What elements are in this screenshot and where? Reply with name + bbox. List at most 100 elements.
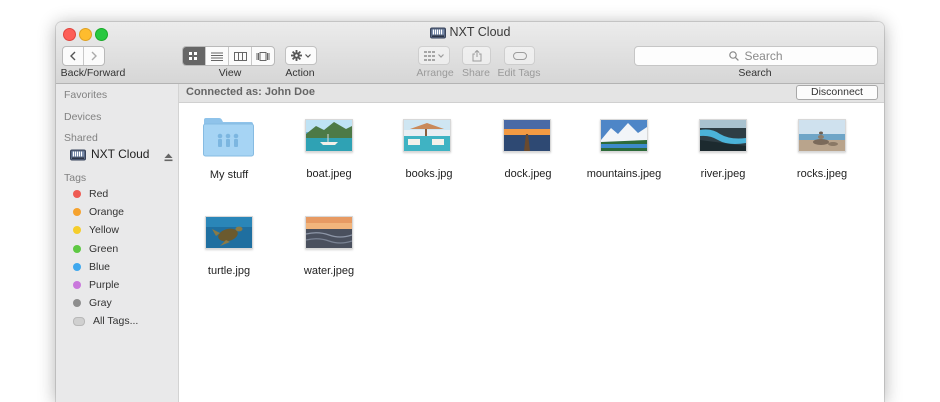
list-view-button[interactable] [206, 47, 229, 65]
tag-label: Green [89, 243, 119, 255]
gallery-icon [256, 51, 270, 61]
tag-label: All Tags... [93, 315, 139, 327]
tag-label: Purple [89, 279, 120, 291]
gray-tag-dot-icon [73, 299, 81, 307]
back-button[interactable] [63, 47, 84, 65]
all-tags-icon [73, 316, 85, 326]
image-thumbnail [798, 119, 846, 152]
network-drive-icon [70, 148, 86, 161]
tag-label: Red [89, 188, 109, 200]
sidebar-item-nxt-cloud[interactable]: NXT Cloud [70, 146, 174, 162]
chevron-down-icon [438, 53, 444, 58]
sidebar-tag-yellow[interactable]: Yellow [73, 224, 119, 236]
file-name: books.jpg [405, 168, 453, 180]
share-label: Share [461, 67, 491, 79]
sidebar-section-devices[interactable]: Devices [64, 111, 101, 123]
image-thumbnail [305, 216, 353, 249]
list-icon [211, 52, 223, 61]
columns-icon [233, 51, 247, 61]
edit-tags-label: Edit Tags [497, 67, 541, 79]
sidebar-section-favorites[interactable]: Favorites [64, 89, 107, 101]
tag-label: Blue [89, 261, 111, 273]
search-placeholder: Search [744, 49, 783, 63]
purple-tag-dot-icon [73, 281, 81, 289]
file-item[interactable]: dock.jpeg [478, 103, 578, 193]
sidebar-tag-blue[interactable]: Blue [73, 261, 110, 273]
arrange-menu-button[interactable] [418, 46, 450, 65]
sidebar-tag-purple[interactable]: Purple [73, 279, 119, 291]
sidebar: Favorites Devices Shared NXT Cloud Tags … [56, 84, 179, 402]
action-menu-button[interactable] [285, 46, 317, 65]
chevron-down-icon [305, 53, 311, 58]
search-field[interactable]: Search [634, 46, 878, 66]
view-mode-control [182, 46, 275, 66]
file-item[interactable]: My stuff [179, 103, 279, 193]
file-item[interactable]: rocks.jpeg [772, 103, 872, 193]
search-icon [729, 51, 740, 61]
green-tag-dot-icon [73, 245, 81, 253]
orange-tag-dot-icon [73, 208, 81, 216]
share-icon [472, 49, 481, 61]
back-forward-control [62, 46, 105, 66]
chevron-right-icon [91, 51, 97, 61]
image-thumbnail [205, 216, 253, 249]
file-item[interactable]: boat.jpeg [279, 103, 379, 193]
sidebar-tag-gray[interactable]: Gray [73, 297, 112, 309]
file-name: turtle.jpg [207, 265, 251, 277]
file-name: rocks.jpeg [796, 168, 848, 180]
image-thumbnail [699, 119, 747, 152]
tag-label: Yellow [89, 224, 119, 236]
file-name: boat.jpeg [306, 168, 352, 180]
column-view-button[interactable] [229, 47, 252, 65]
file-grid: My stuff boat.jpeg books.jpg dock.jpeg m… [179, 103, 884, 402]
chevron-left-icon [70, 51, 76, 61]
finder-window: NXT Cloud Back/Forward View Action Arran… [56, 22, 884, 402]
icon-grid-icon [189, 52, 197, 60]
network-drive-icon [429, 26, 446, 39]
tag-label: Orange [89, 206, 125, 218]
file-name: water.jpeg [303, 265, 355, 277]
file-name: mountains.jpeg [586, 168, 662, 180]
sidebar-section-tags: Tags [64, 172, 87, 184]
arrange-grid-icon [424, 50, 435, 61]
file-item[interactable]: mountains.jpeg [574, 103, 674, 193]
sidebar-section-shared: Shared [64, 132, 98, 144]
file-item[interactable]: water.jpeg [279, 200, 379, 290]
window-title-text: NXT Cloud [449, 25, 511, 39]
search-label: Search [738, 67, 772, 79]
sidebar-tag-red[interactable]: Red [73, 188, 108, 200]
yellow-tag-dot-icon [73, 226, 81, 234]
sidebar-item-label: NXT Cloud [91, 147, 150, 161]
sidebar-tag-orange[interactable]: Orange [73, 206, 124, 218]
toolbar: NXT Cloud Back/Forward View Action Arran… [56, 22, 884, 84]
gallery-view-button[interactable] [252, 47, 274, 65]
sidebar-all-tags[interactable]: All Tags... [73, 315, 138, 327]
view-label: View [218, 67, 242, 79]
file-item[interactable]: books.jpg [379, 103, 479, 193]
file-item[interactable]: turtle.jpg [179, 200, 279, 290]
blue-tag-dot-icon [73, 263, 81, 271]
arrange-label: Arrange [416, 67, 454, 79]
red-tag-dot-icon [73, 190, 81, 198]
file-item[interactable]: river.jpeg [673, 103, 773, 193]
eject-icon[interactable] [164, 149, 173, 167]
tag-label: Gray [89, 297, 112, 309]
disconnect-button[interactable]: Disconnect [796, 85, 878, 100]
file-name: My stuff [209, 169, 249, 181]
folder-icon [203, 116, 254, 162]
file-name: river.jpeg [700, 168, 746, 180]
action-label: Action [285, 67, 315, 79]
forward-button[interactable] [84, 47, 104, 65]
share-button[interactable] [462, 46, 491, 65]
edit-tags-button[interactable] [504, 46, 535, 65]
icon-view-button[interactable] [183, 47, 206, 65]
connection-bar: Connected as: John Doe Disconnect [179, 84, 884, 103]
back-forward-label: Back/Forward [60, 67, 126, 79]
image-thumbnail [403, 119, 451, 152]
window-title: NXT Cloud [56, 25, 884, 42]
tag-icon [512, 51, 527, 60]
gear-icon [291, 50, 302, 61]
sidebar-tag-green[interactable]: Green [73, 243, 118, 255]
connected-as-label: Connected as: John Doe [186, 86, 315, 98]
image-thumbnail [600, 119, 648, 152]
